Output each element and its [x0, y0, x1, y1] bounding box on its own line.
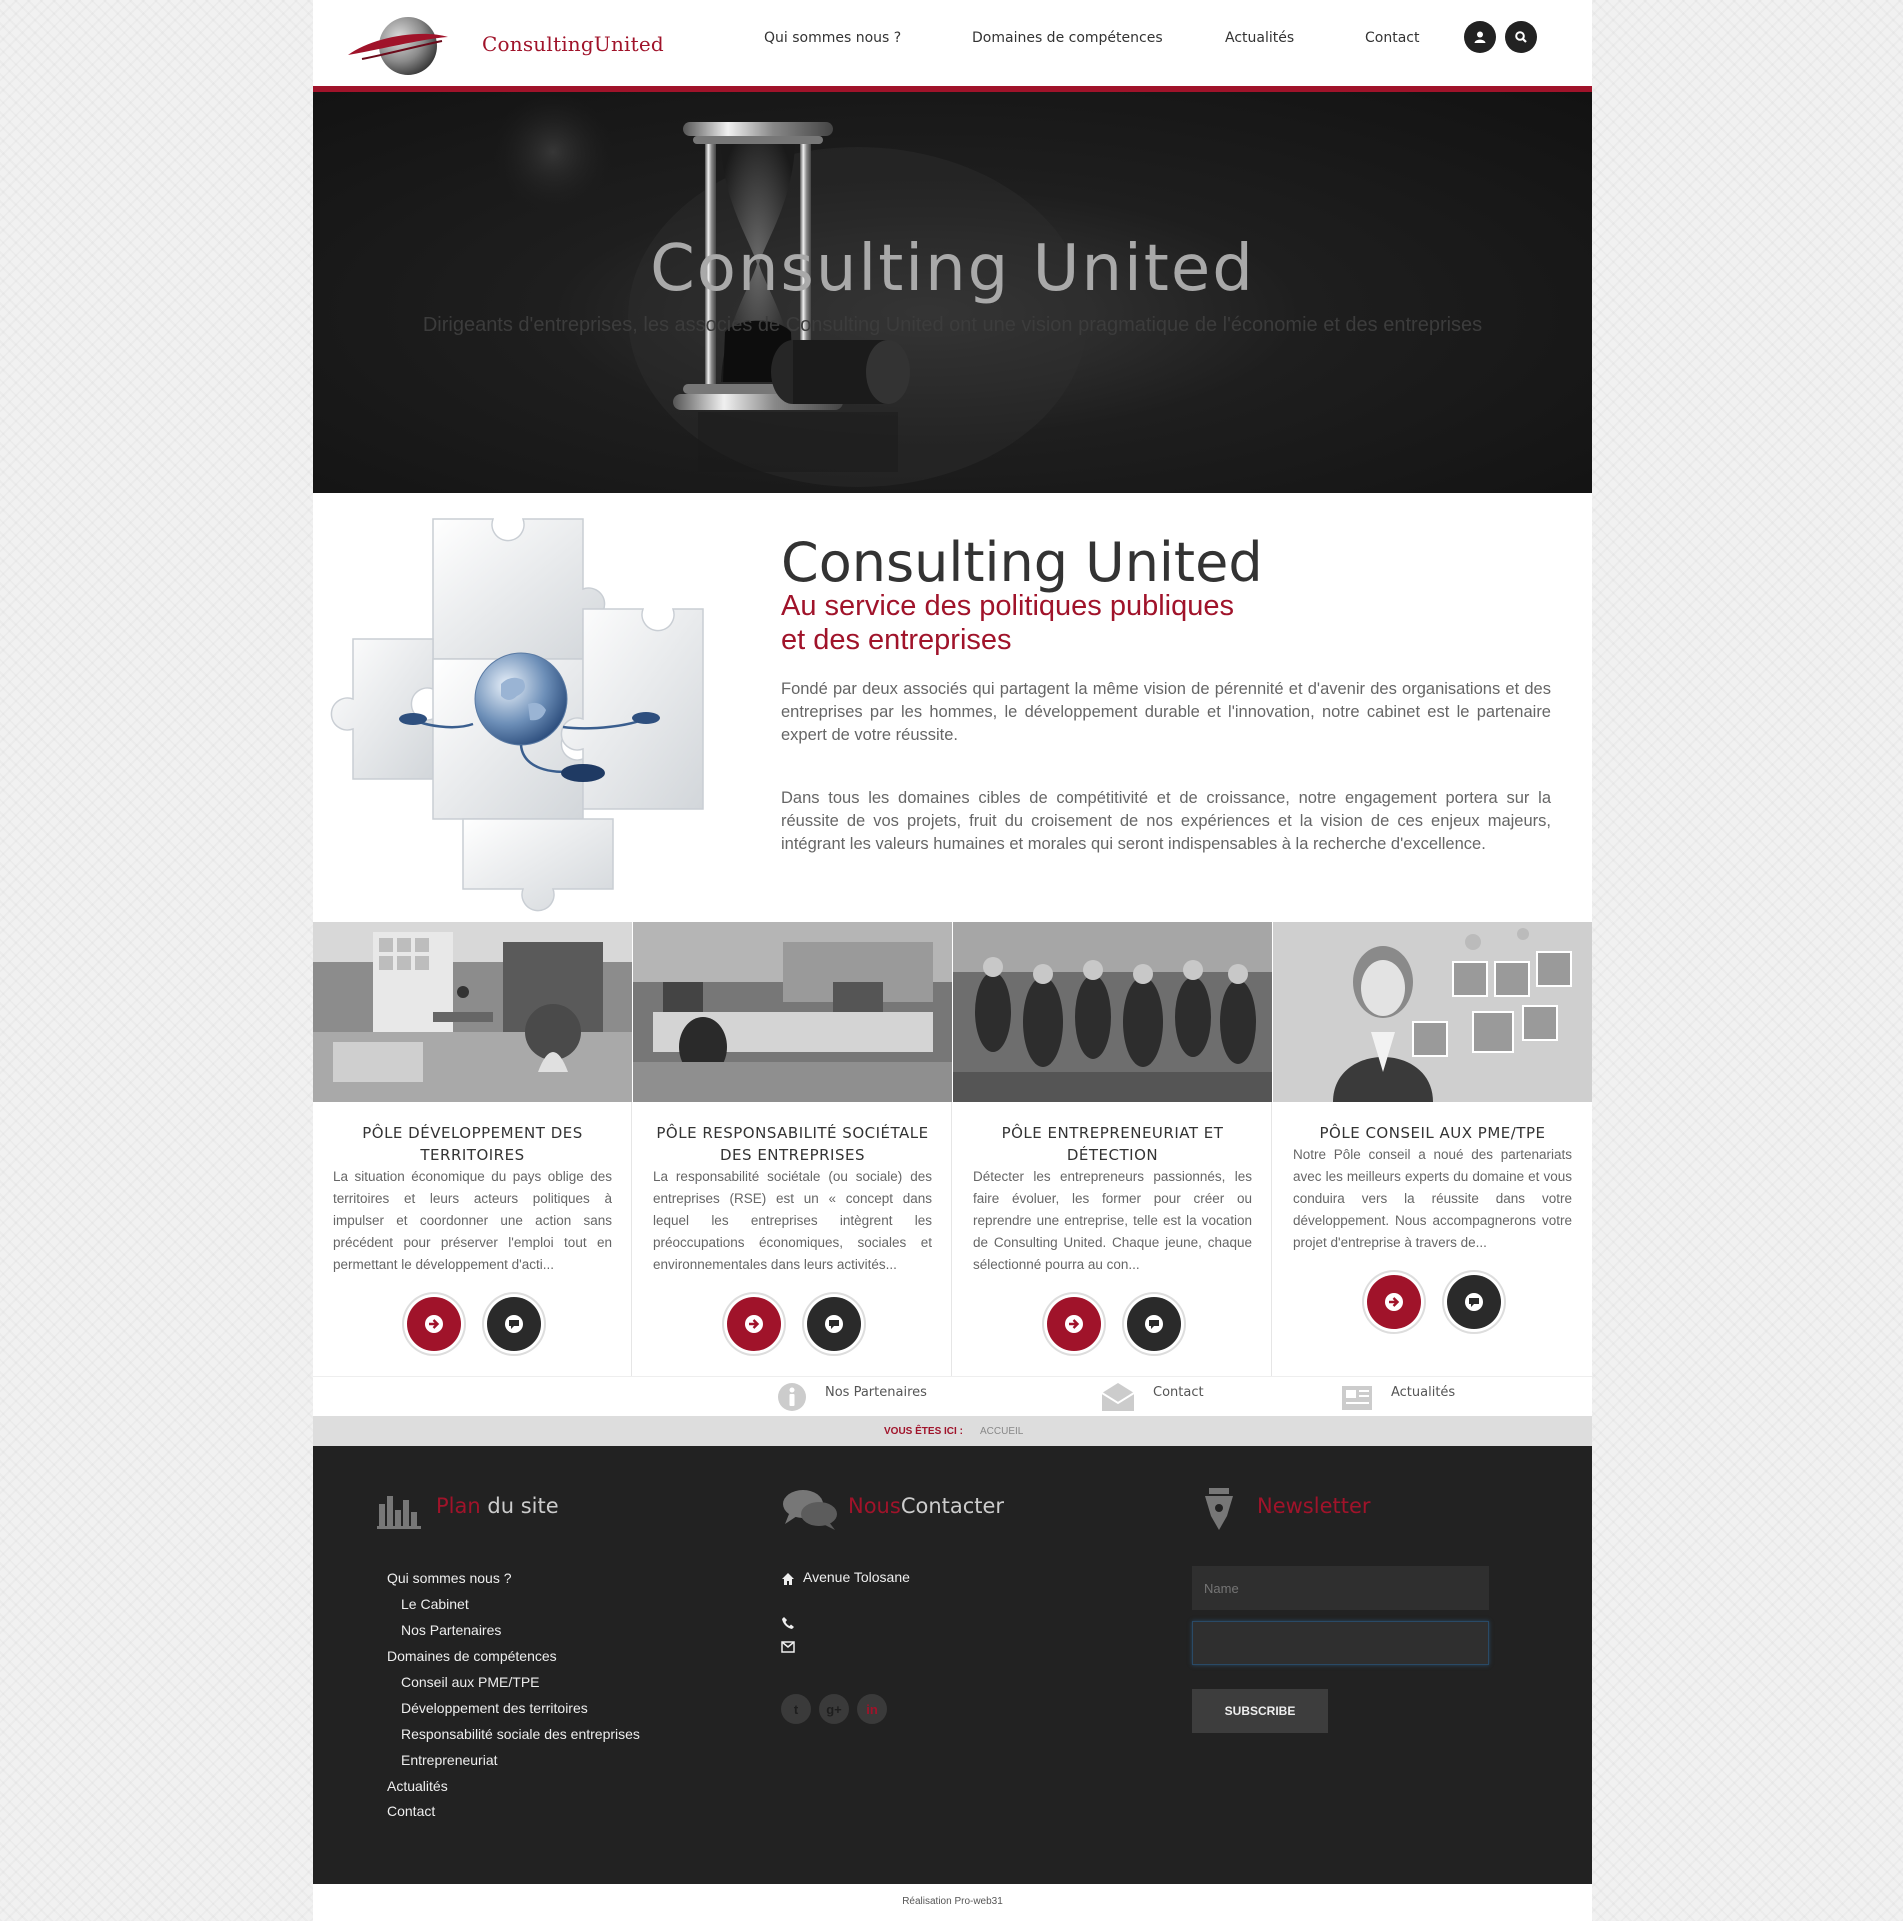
sitemap-link[interactable]: Qui sommes nous ?	[387, 1570, 512, 1586]
breadcrumb-label: VOUS ÊTES ICI :	[884, 1426, 963, 1437]
twitter-icon[interactable]: t	[781, 1694, 811, 1724]
nav-item-qui-sommes-nous[interactable]: Qui sommes nous ?	[764, 30, 901, 46]
user-icon	[1474, 31, 1486, 43]
search-icon	[1515, 31, 1527, 43]
search-button[interactable]	[1505, 21, 1537, 53]
pole-title: Pôle développement des territoires	[362, 1124, 583, 1164]
page: ConsultingUnited Qui sommes nous ? Domai…	[313, 0, 1592, 1921]
sitemap-link[interactable]: Responsabilité sociale des entreprises	[401, 1726, 640, 1742]
home-icon	[782, 1573, 794, 1585]
pole-card: Pôle développement des territoires La si…	[313, 922, 632, 1376]
google-plus-icon[interactable]: g+	[819, 1694, 849, 1724]
pole-text: Détecter les entrepreneurs passionnés, l…	[973, 1169, 1252, 1272]
sitemap-link[interactable]: Le Cabinet	[401, 1596, 469, 1612]
comments-button[interactable]	[807, 1297, 861, 1351]
sublink-partenaires[interactable]: Nos Partenaires	[825, 1385, 927, 1400]
pole-card: Pôle entrepreneuriat et détection Détect…	[953, 922, 1272, 1376]
sublink-contact[interactable]: Contact	[1153, 1385, 1204, 1400]
comments-button[interactable]	[487, 1297, 541, 1351]
pole-card: Pôle responsabilité sociétale des entrep…	[633, 922, 952, 1376]
intro-subtitle: Au service des politiques publiques et d…	[781, 589, 1234, 657]
pole-title: Pôle entrepreneuriat et détection	[1001, 1124, 1224, 1164]
poles-section: Pôle développement des territoires La si…	[313, 922, 1592, 1376]
breadcrumb: VOUS ÊTES ICI : ACCUEIL	[313, 1416, 1592, 1446]
sitemap-heading: Plan du site	[436, 1494, 559, 1518]
fountain-pen-icon	[1205, 1488, 1233, 1530]
puzzle-globe-image	[330, 518, 704, 912]
intro-section: Consulting United Au service des politiq…	[313, 493, 1592, 922]
sublink-actualites[interactable]: Actualités	[1391, 1385, 1455, 1400]
pole-image-office-lounge	[313, 922, 632, 1102]
sitemap-heading-rest: du site	[487, 1494, 559, 1518]
linkedin-icon[interactable]: in	[857, 1694, 887, 1724]
contact-address: Avenue Tolosane	[803, 1569, 910, 1585]
read-more-button[interactable]	[1367, 1275, 1421, 1329]
arrow-right-icon	[745, 1315, 763, 1333]
credits[interactable]: Réalisation Pro-web31	[313, 1896, 1592, 1907]
sitemap-link[interactable]: Contact	[387, 1803, 435, 1819]
phone-icon	[782, 1617, 794, 1629]
speech-bubble-icon	[1145, 1315, 1163, 1333]
header: ConsultingUnited Qui sommes nous ? Domai…	[313, 0, 1592, 86]
comments-button[interactable]	[1127, 1297, 1181, 1351]
speech-bubble-icon	[1465, 1293, 1483, 1311]
sitemap-link[interactable]: Conseil aux PME/TPE	[401, 1674, 540, 1690]
sitemap-link[interactable]: Nos Partenaires	[401, 1622, 501, 1638]
arrow-right-icon	[1385, 1293, 1403, 1311]
pole-text: La responsabilité sociétale (ou sociale)…	[653, 1169, 932, 1272]
newspaper-icon[interactable]	[1340, 1382, 1374, 1414]
intro-subtitle-line2: et des entreprises	[781, 624, 1012, 656]
read-more-button[interactable]	[727, 1297, 781, 1351]
pole-card: Pôle conseil aux PME/TPE Notre Pôle cons…	[1273, 922, 1592, 1376]
main-nav: Qui sommes nous ? Domaines de compétence…	[313, 30, 1592, 54]
breadcrumb-current[interactable]: ACCUEIL	[980, 1426, 1023, 1437]
secondary-links: Nos Partenaires Contact Actualités	[313, 1376, 1592, 1416]
intro-title: Consulting United	[781, 531, 1263, 594]
newsletter-name-input[interactable]	[1192, 1566, 1489, 1610]
sitemap-link[interactable]: Domaines de compétences	[387, 1648, 557, 1664]
hero-subtitle: Dirigeants d'entreprises, les associés d…	[422, 314, 1483, 336]
sitemap-heading-red: Plan	[436, 1494, 481, 1518]
arrow-right-icon	[1065, 1315, 1083, 1333]
pole-image-people-meeting	[953, 922, 1272, 1102]
pole-image-open-office	[633, 922, 952, 1102]
envelope-icon[interactable]	[1100, 1381, 1136, 1413]
subscribe-button[interactable]: SUBSCRIBE	[1192, 1689, 1328, 1733]
footer: Plan du site Qui sommes nous ? Le Cabine…	[313, 1446, 1592, 1884]
pole-text: Notre Pôle conseil a noué des partenaria…	[1293, 1147, 1572, 1250]
arrow-right-icon	[425, 1315, 443, 1333]
contact-heading-rest: Contacter	[900, 1494, 1005, 1518]
envelope-small-icon	[781, 1641, 795, 1653]
comments-button[interactable]	[1447, 1275, 1501, 1329]
pole-title: Pôle responsabilité sociétale des entrep…	[656, 1124, 929, 1164]
sitemap-link[interactable]: Entrepreneuriat	[401, 1752, 498, 1768]
read-more-button[interactable]	[1047, 1297, 1101, 1351]
intro-subtitle-line1: Au service des politiques publiques	[781, 590, 1234, 622]
speech-bubble-icon	[825, 1315, 843, 1333]
nav-item-contact[interactable]: Contact	[1365, 30, 1419, 46]
hero-banner: Consulting United Dirigeants d'entrepris…	[313, 92, 1592, 493]
nav-item-actualites[interactable]: Actualités	[1225, 30, 1294, 46]
contact-heading: NousContacter	[848, 1494, 1004, 1518]
nav-item-domaines[interactable]: Domaines de compétences	[972, 30, 1163, 46]
user-button[interactable]	[1464, 21, 1496, 53]
newsletter-heading: Newsletter	[1257, 1494, 1371, 1518]
bar-chart-icon	[377, 1496, 421, 1529]
pole-title: Pôle conseil aux PME/TPE	[1319, 1124, 1546, 1142]
newsletter-email-input[interactable]	[1192, 1621, 1489, 1665]
chat-bubbles-icon	[783, 1490, 837, 1530]
sitemap-link[interactable]: Actualités	[387, 1778, 448, 1794]
pole-text: La situation économique du pays oblige d…	[333, 1169, 612, 1272]
sitemap-link[interactable]: Développement des territoires	[401, 1700, 588, 1716]
hero-title: Consulting United	[650, 232, 1255, 306]
speech-bubble-icon	[505, 1315, 523, 1333]
intro-paragraph-2: Dans tous les domaines cibles de compéti…	[781, 789, 1551, 853]
newsletter-heading-red: Newsletter	[1257, 1494, 1371, 1518]
info-icon[interactable]	[776, 1381, 808, 1413]
intro-paragraph-1: Fondé par deux associés qui partagent la…	[781, 680, 1551, 744]
pole-image-businesswoman	[1273, 922, 1592, 1102]
contact-heading-red: Nous	[848, 1494, 901, 1518]
read-more-button[interactable]	[407, 1297, 461, 1351]
